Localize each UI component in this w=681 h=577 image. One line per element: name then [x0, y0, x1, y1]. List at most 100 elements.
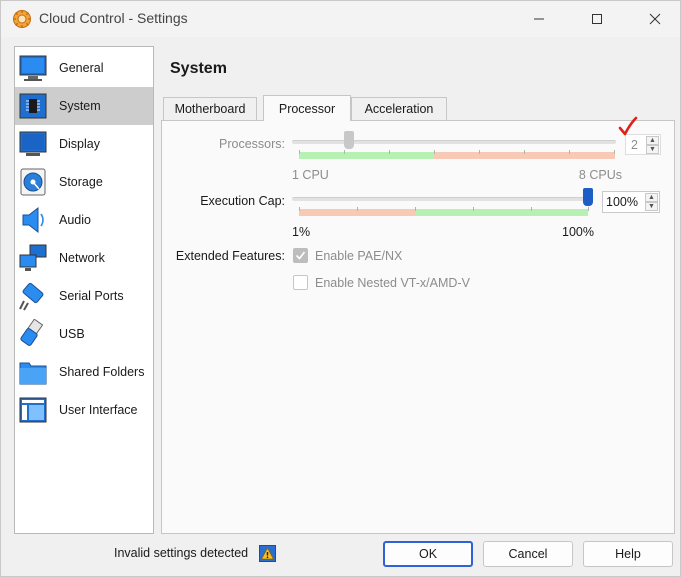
red-checkmark-annotation-icon	[618, 116, 638, 136]
processors-spin-arrows: ▲ ▼	[646, 136, 659, 154]
sidebar-item-label: USB	[59, 327, 85, 341]
processors-label: Processors:	[219, 137, 285, 151]
tab-label: Motherboard	[174, 102, 246, 116]
maximize-button[interactable]	[574, 1, 620, 37]
sidebar-item-storage[interactable]: Storage	[15, 163, 153, 201]
sidebar-item-label: Audio	[59, 213, 91, 227]
serial-port-icon	[19, 282, 44, 311]
processors-tick	[614, 150, 615, 154]
minimize-icon	[534, 18, 544, 20]
sidebar-item-audio[interactable]: Audio	[15, 201, 153, 239]
ok-button[interactable]: OK	[383, 541, 473, 567]
execution-cap-tick	[299, 207, 300, 211]
close-window-button[interactable]	[632, 1, 678, 37]
display-icon	[19, 131, 47, 156]
enable-pae-label: Enable PAE/NX	[315, 249, 403, 263]
tab-processor[interactable]: Processor	[263, 95, 351, 121]
minimize-button[interactable]	[516, 1, 562, 37]
sidebar-item-user-interface[interactable]: User Interface	[15, 391, 153, 429]
processors-tick	[299, 150, 300, 154]
tab-label: Processor	[278, 101, 336, 116]
sidebar-item-label: System	[59, 99, 101, 113]
ok-button-label: OK	[418, 547, 438, 561]
execution-cap-label: Execution Cap:	[200, 194, 285, 208]
settings-category-list: General System Display Storage Audio Net…	[14, 46, 154, 534]
sidebar-item-label: Network	[59, 251, 105, 265]
sidebar-item-system[interactable]: System	[15, 87, 153, 125]
help-button[interactable]: Help	[583, 541, 673, 567]
execution-cap-tick	[588, 207, 589, 211]
close-icon	[649, 13, 661, 25]
extended-features-label: Extended Features:	[175, 249, 285, 263]
sidebar-item-label: Display	[59, 137, 100, 151]
processor-tab-panel: Processors: 1 CPU 8 CPUs 2 ▲ ▼ Execution…	[161, 116, 675, 534]
speaker-icon	[22, 206, 44, 234]
processors-tick	[569, 150, 570, 154]
warning-icon[interactable]	[259, 545, 276, 562]
sidebar-item-network[interactable]: Network	[15, 239, 153, 277]
spin-down-icon[interactable]: ▼	[645, 202, 658, 211]
processors-recommended-range	[299, 152, 434, 159]
execution-cap-value: 100%	[606, 195, 638, 209]
processors-tick	[389, 150, 390, 154]
sidebar-item-serial-ports[interactable]: Serial Ports	[15, 277, 153, 315]
folder-icon	[19, 362, 47, 385]
tab-motherboard[interactable]: Motherboard	[163, 97, 257, 120]
spin-up-icon[interactable]: ▲	[645, 193, 658, 202]
invalid-settings-status: Invalid settings detected	[114, 546, 249, 560]
sidebar-item-label: Storage	[59, 175, 103, 189]
spin-down-icon[interactable]: ▼	[646, 145, 659, 154]
spin-up-icon[interactable]: ▲	[646, 136, 659, 145]
execution-cap-spin-arrows: ▲ ▼	[645, 193, 658, 211]
sidebar-item-display[interactable]: Display	[15, 125, 153, 163]
settings-window: Cloud Control - Settings General System …	[0, 0, 681, 577]
enable-pae-checkbox[interactable]	[293, 248, 308, 263]
processors-slider-handle[interactable]	[344, 131, 355, 149]
maximize-icon	[592, 14, 602, 24]
sidebar-item-label: User Interface	[59, 403, 138, 417]
execution-cap-min-label: 1%	[292, 225, 311, 239]
sidebar-item-label: Serial Ports	[59, 289, 124, 303]
execution-cap-slider-handle[interactable]	[583, 188, 593, 206]
execution-cap-spinbox[interactable]: 100% ▲ ▼	[602, 191, 660, 213]
cancel-button-label: Cancel	[508, 547, 548, 561]
processors-tick	[479, 150, 480, 154]
processors-tick	[524, 150, 525, 154]
cancel-button[interactable]: Cancel	[483, 541, 573, 567]
enable-nested-virtualization-checkbox[interactable]	[293, 275, 308, 290]
checkmark-icon	[295, 251, 306, 260]
execution-cap-tick	[531, 207, 532, 211]
execution-cap-tick	[473, 207, 474, 211]
network-icon	[19, 244, 47, 271]
sidebar-item-general[interactable]: General	[15, 49, 153, 87]
sidebar-item-label: General	[59, 61, 104, 75]
ui-layout-icon	[19, 397, 47, 423]
processors-value: 2	[631, 137, 638, 152]
sidebar-item-label: Shared Folders	[59, 365, 145, 379]
page-title: System	[170, 60, 227, 77]
processors-tick	[344, 150, 345, 154]
sidebar-item-shared-folders[interactable]: Shared Folders	[15, 353, 153, 391]
usb-icon	[20, 319, 44, 346]
execution-cap-tick	[415, 207, 416, 211]
execution-cap-ok-range	[415, 209, 588, 216]
monitor-icon	[19, 55, 47, 81]
processors-tick	[434, 150, 435, 154]
window-title: Cloud Control - Settings	[39, 10, 188, 26]
chip-icon	[19, 93, 47, 119]
execution-cap-tick	[357, 207, 358, 211]
tab-label: Acceleration	[364, 102, 434, 116]
tab-acceleration[interactable]: Acceleration	[351, 97, 447, 120]
settings-content: System Motherboard Processor Acceleratio…	[161, 46, 675, 534]
execution-cap-max-label: 100%	[562, 225, 594, 239]
enable-nested-virtualization-label: Enable Nested VT-x/AMD-V	[315, 276, 470, 290]
sidebar-item-usb[interactable]: USB	[15, 315, 153, 353]
app-gear-icon	[13, 10, 31, 28]
processors-slider[interactable]	[292, 140, 616, 144]
title-bar: Cloud Control - Settings	[1, 1, 680, 37]
disk-icon	[20, 168, 46, 196]
processors-max-label: 8 CPUs	[578, 168, 622, 182]
processors-min-label: 1 CPU	[292, 168, 329, 182]
help-button-label: Help	[615, 547, 641, 561]
execution-cap-slider[interactable]	[292, 197, 588, 201]
